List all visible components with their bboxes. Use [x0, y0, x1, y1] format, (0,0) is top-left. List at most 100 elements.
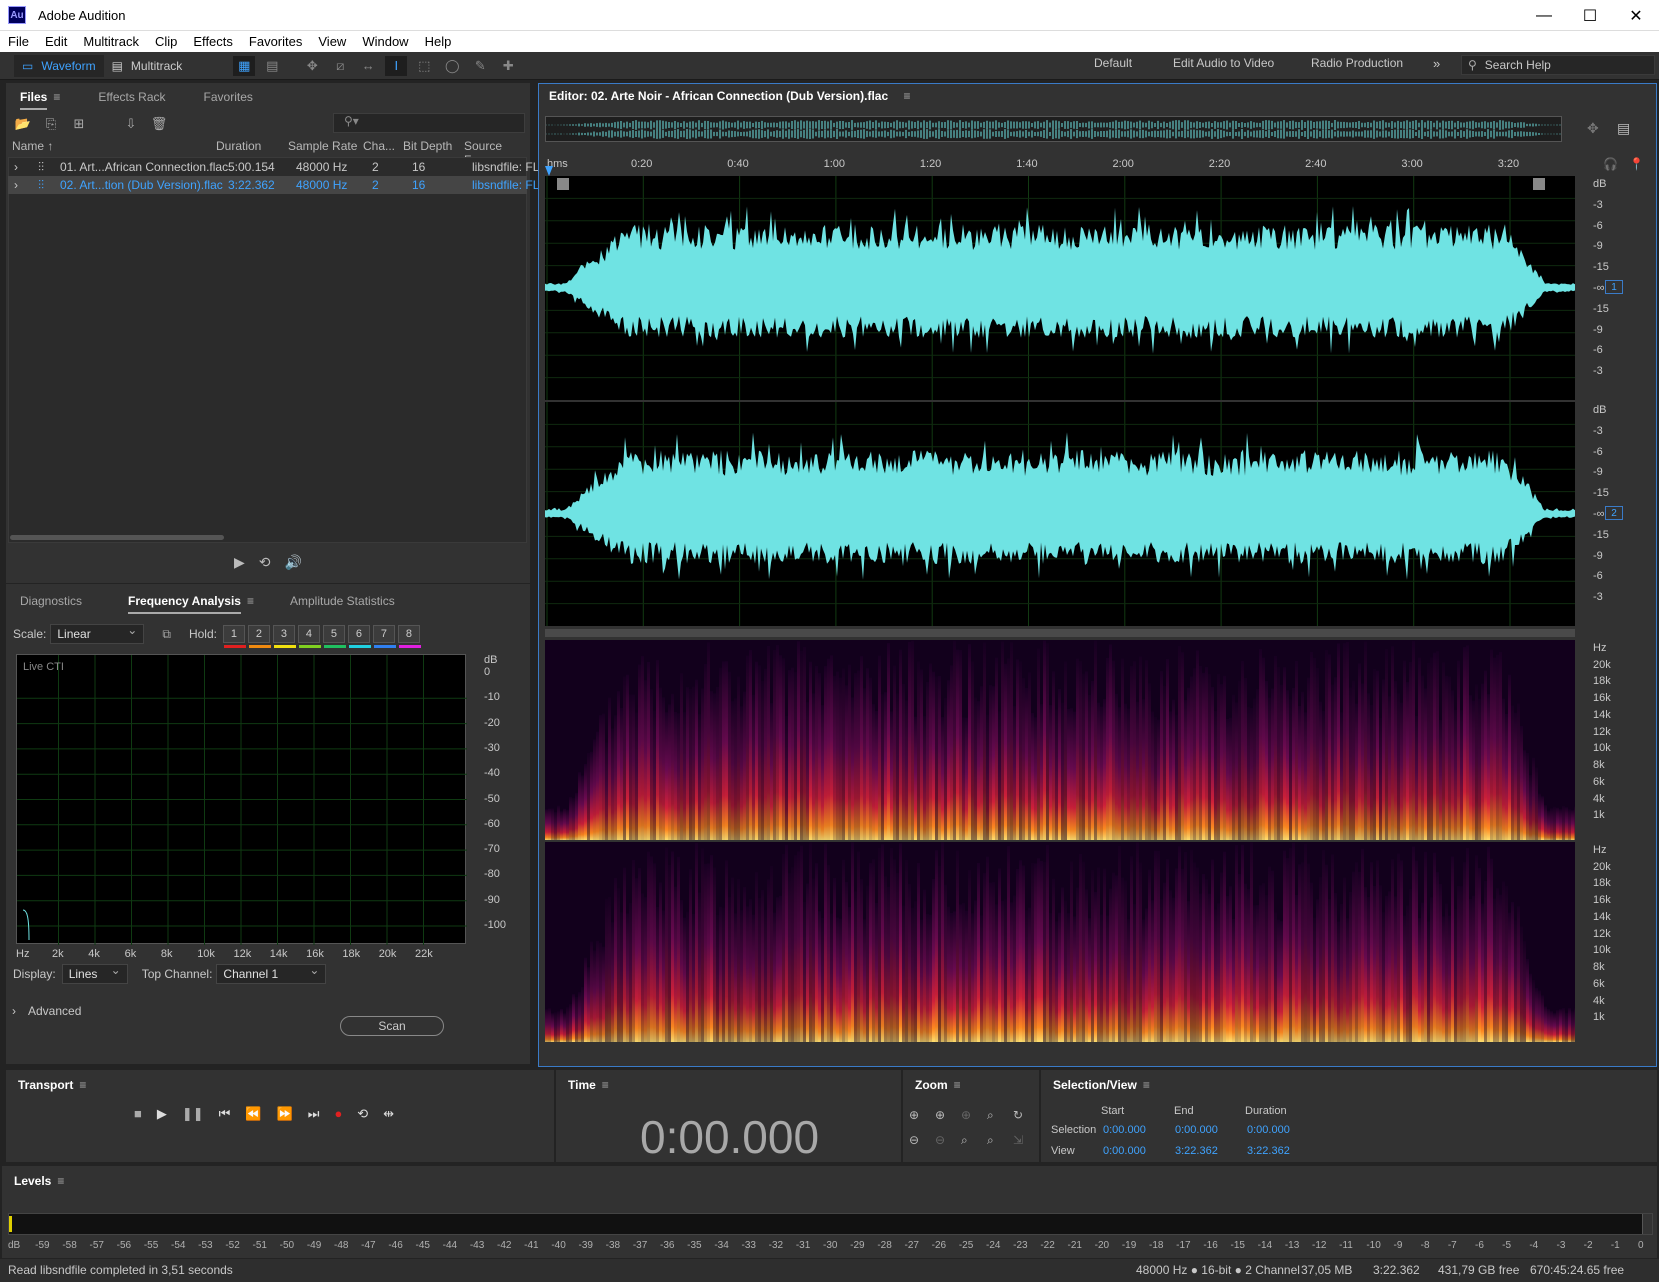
top-channel-dropdown[interactable]: Channel 1	[216, 963, 327, 984]
col-channels[interactable]: Cha...	[363, 139, 395, 157]
col-source-format[interactable]: Source Form	[464, 139, 530, 167]
rewind-icon[interactable]: ⏪	[245, 1106, 261, 1122]
clip-indicator[interactable]	[1642, 1214, 1652, 1234]
tab-diagnostics[interactable]: Diagnostics	[6, 594, 96, 608]
col-name[interactable]: Name ↑	[12, 139, 53, 157]
channel-2-badge[interactable]: 2	[1605, 506, 1623, 520]
hold-button-6[interactable]: 6	[347, 625, 371, 648]
pitch-display-icon[interactable]: ▤	[261, 56, 283, 76]
panel-menu-icon[interactable]: ≡	[53, 90, 60, 104]
volume-icon[interactable]: 🔊	[285, 554, 302, 571]
overview-navigator[interactable]	[545, 116, 1562, 142]
col-bit-depth[interactable]: Bit Depth	[403, 139, 452, 157]
close-icon[interactable]: ✕	[1613, 0, 1659, 31]
horizontal-scrollbar[interactable]	[10, 535, 224, 540]
hold-button-1[interactable]: 1	[222, 625, 246, 648]
playhead-icon[interactable]	[545, 166, 553, 176]
waveform-mode-button[interactable]: ▭ Waveform	[14, 54, 104, 77]
razor-tool-icon[interactable]: ⧄	[329, 56, 351, 76]
expand-chevron-icon[interactable]: ›	[14, 160, 18, 174]
panel-menu-icon[interactable]: ≡	[247, 594, 254, 608]
selection-start[interactable]: 0:00.000	[1103, 1124, 1146, 1136]
panel-menu-icon[interactable]: ≡	[57, 1174, 64, 1188]
zoom-out-points-icon[interactable]: ⌕	[987, 1133, 1013, 1148]
stop-icon[interactable]: ■	[134, 1106, 142, 1122]
zoom-out-full-icon[interactable]: ⌕	[961, 1133, 987, 1148]
go-to-end-icon[interactable]: ⏭	[308, 1106, 320, 1122]
menu-multitrack[interactable]: Multitrack	[75, 34, 147, 49]
col-duration[interactable]: Duration	[216, 139, 261, 157]
go-to-start-icon[interactable]: ⏮	[219, 1106, 231, 1122]
files-search-input[interactable]: ⚲▾	[333, 113, 525, 133]
expand-chevron-icon[interactable]: ›	[14, 178, 18, 192]
zoom-to-fit-icon[interactable]: ⇲	[1013, 1133, 1039, 1148]
delete-icon[interactable]: 🗑	[148, 116, 170, 132]
panel-menu-icon[interactable]: ≡	[1143, 1078, 1150, 1092]
pin-icon[interactable]: 📍	[1629, 157, 1644, 171]
file-row-selected[interactable]: › ⫶⫶ 02. Art...tion (Dub Version).flac 3…	[8, 176, 539, 194]
tab-frequency-analysis[interactable]: Frequency Analysis ≡	[114, 594, 268, 614]
tab-effects-rack[interactable]: Effects Rack	[84, 90, 179, 104]
time-selection-tool-icon[interactable]: I	[385, 55, 408, 76]
multitrack-mode-button[interactable]: ▤ Multitrack	[104, 55, 191, 77]
menu-clip[interactable]: Clip	[147, 34, 185, 49]
hold-button-2[interactable]: 2	[247, 625, 271, 648]
fast-forward-icon[interactable]: ⏩	[277, 1106, 293, 1122]
zoom-in-amplitude-icon[interactable]: ⊕	[909, 1108, 935, 1123]
zoom-out-amplitude-icon[interactable]: ⊖	[909, 1133, 935, 1148]
scan-button[interactable]: Scan	[340, 1016, 444, 1036]
view-start[interactable]: 0:00.000	[1103, 1145, 1146, 1157]
zoom-in-selection-icon[interactable]: ⊕	[961, 1108, 987, 1123]
move-tool-icon[interactable]: ✥	[301, 56, 323, 76]
minimize-icon[interactable]: —	[1521, 0, 1567, 31]
hold-button-5[interactable]: 5	[322, 625, 346, 648]
channel-1-badge[interactable]: 1	[1605, 280, 1623, 294]
spectrogram-channel-1[interactable]	[545, 640, 1577, 840]
workspace-radio-production[interactable]: Radio Production	[1311, 56, 1403, 70]
selection-end[interactable]: 0:00.000	[1175, 1124, 1218, 1136]
hold-button-7[interactable]: 7	[372, 625, 396, 648]
zoom-reset-icon[interactable]: ↻	[1013, 1108, 1039, 1123]
hold-button-4[interactable]: 4	[297, 625, 321, 648]
spot-healing-tool-icon[interactable]: ✚	[497, 56, 519, 76]
time-ruler[interactable]: hms 0:20 0:40 1:00 1:20 1:40 2:00 2:20 2:40 3:00 3…	[545, 158, 1575, 176]
tab-files[interactable]: Files ≡	[6, 90, 74, 110]
panel-menu-icon[interactable]: ≡	[79, 1078, 86, 1092]
zoom-out-time-icon[interactable]: ⊖	[935, 1133, 961, 1148]
fade-out-handle-icon[interactable]	[1533, 178, 1545, 190]
loop-icon[interactable]: ⟲	[259, 554, 271, 571]
panel-menu-icon[interactable]: ≡	[954, 1078, 961, 1092]
zoom-in-time-icon[interactable]: ⊕	[935, 1108, 961, 1123]
copy-graph-icon[interactable]: ⧉	[162, 627, 171, 642]
play-icon[interactable]: ▶	[157, 1106, 167, 1122]
view-duration[interactable]: 3:22.362	[1247, 1145, 1290, 1157]
frequency-graph[interactable]: Live CTI	[16, 654, 467, 952]
panel-menu-icon[interactable]: ≡	[602, 1078, 609, 1092]
menu-edit[interactable]: Edit	[37, 34, 75, 49]
open-file-icon[interactable]: 📂	[12, 116, 34, 132]
tab-favorites[interactable]: Favorites	[190, 90, 267, 104]
insert-into-multitrack-icon[interactable]: ⇩	[120, 116, 142, 132]
import-file-icon[interactable]: ⎘	[40, 116, 62, 132]
time-display[interactable]: 0:00.000	[640, 1110, 819, 1164]
zoom-to-selection-icon[interactable]: ✥	[1587, 120, 1599, 137]
skip-selection-icon[interactable]: ⇹	[383, 1106, 394, 1122]
play-icon[interactable]: ▶	[234, 554, 245, 571]
loop-playback-icon[interactable]: ⟲	[357, 1106, 368, 1122]
workspace-default[interactable]: Default	[1094, 56, 1132, 70]
workspace-edit-audio-to-video[interactable]: Edit Audio to Video	[1173, 56, 1274, 70]
waveform-channel-2[interactable]	[545, 402, 1575, 626]
fade-in-handle-icon[interactable]	[557, 178, 569, 190]
view-end[interactable]: 3:22.362	[1175, 1145, 1218, 1157]
headphones-icon[interactable]: 🎧	[1603, 157, 1618, 171]
zoom-in-points-icon[interactable]: ⌕	[987, 1108, 1013, 1123]
menu-favorites[interactable]: Favorites	[241, 34, 310, 49]
menu-effects[interactable]: Effects	[185, 34, 241, 49]
slip-tool-icon[interactable]: ↔	[357, 56, 379, 76]
spectral-divider[interactable]	[545, 629, 1575, 637]
marquee-tool-icon[interactable]: ⬚	[413, 56, 435, 76]
search-help-input[interactable]: ⚲ Search Help	[1461, 55, 1655, 75]
menu-help[interactable]: Help	[417, 34, 460, 49]
menu-view[interactable]: View	[310, 34, 354, 49]
hold-button-3[interactable]: 3	[272, 625, 296, 648]
